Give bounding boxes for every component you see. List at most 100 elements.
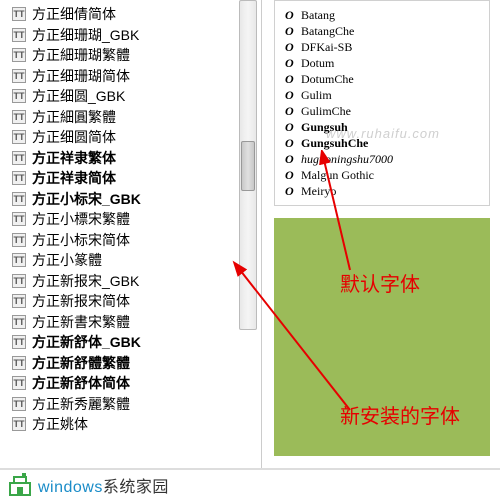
font-name-label: 方正細珊瑚繁體: [32, 45, 130, 65]
system-font-item[interactable]: O DotumChe: [279, 71, 485, 87]
font-item[interactable]: TT 方正新書宋繁體: [0, 312, 261, 333]
font-name-label: 方正细倩简体: [32, 4, 116, 24]
font-item[interactable]: TT方正新舒体_GBK: [0, 332, 261, 353]
opentype-icon: O: [285, 120, 297, 135]
system-font-item[interactable]: OMalgun Gothic: [279, 167, 485, 183]
font-item[interactable]: TT 方正祥隶繁体: [0, 148, 261, 169]
opentype-icon: O: [285, 24, 297, 39]
font-name-label: 方正小标宋简体: [32, 230, 130, 250]
truetype-icon: TT: [12, 315, 26, 329]
system-font-name-label: Batang: [301, 8, 335, 23]
opentype-icon: O: [285, 136, 297, 151]
truetype-icon: TT: [12, 171, 26, 185]
font-name-label: 方正新报宋简体: [32, 291, 130, 311]
truetype-icon: TT: [12, 7, 26, 21]
system-font-name-label: Dotum: [301, 56, 334, 71]
font-name-label: 方正新書宋繁體: [32, 312, 130, 332]
font-item[interactable]: TT 方正细圆简体: [0, 127, 261, 148]
footer-brand-rest: 系统家园: [103, 479, 169, 496]
font-name-label: 方正新舒体简体: [32, 373, 130, 393]
font-item[interactable]: TT方正细圆_GBK: [0, 86, 261, 107]
annotation-default-font: 默认字体: [340, 268, 420, 297]
font-item[interactable]: TT 方正新报宋简体: [0, 291, 261, 312]
font-item[interactable]: TT 方正細圓繁體: [0, 107, 261, 128]
watermark: www.ruhaifu.com: [326, 126, 440, 141]
font-item[interactable]: TT 方正小标宋_GBK: [0, 189, 261, 210]
opentype-icon: O: [285, 152, 297, 167]
font-item[interactable]: TT 方正細珊瑚繁體: [0, 45, 261, 66]
font-name-label: 方正小篆體: [32, 250, 102, 270]
font-item[interactable]: TT 方正祥隶简体: [0, 168, 261, 189]
opentype-icon: O: [285, 40, 297, 55]
font-name-label: 方正小标宋_GBK: [32, 189, 141, 209]
font-item[interactable]: TT 方正姚体: [0, 414, 261, 435]
truetype-icon: TT: [12, 69, 26, 83]
opentype-icon: O: [285, 56, 297, 71]
font-item[interactable]: TT 方正细倩简体: [0, 4, 261, 25]
system-font-name-label: GulimChe: [301, 104, 351, 119]
truetype-icon: TT: [12, 376, 26, 390]
font-item[interactable]: TT方正新秀麗繁體: [0, 394, 261, 415]
system-font-item[interactable]: O Gulim: [279, 87, 485, 103]
truetype-icon: TT: [12, 110, 26, 124]
footer: windows系统家园: [0, 468, 500, 500]
truetype-icon: TT: [12, 417, 26, 431]
truetype-icon: TT: [12, 89, 26, 103]
system-font-name-label: BatangChe: [301, 24, 354, 39]
system-font-item[interactable]: Ohuguoningshu7000: [279, 151, 485, 167]
footer-brand-win: windows: [38, 479, 103, 496]
font-item[interactable]: TT 方正新舒體繁體: [0, 353, 261, 374]
font-item[interactable]: TT 方正细珊瑚_GBK: [0, 25, 261, 46]
font-item[interactable]: TT 方正小標宋繁體: [0, 209, 261, 230]
scrollbar[interactable]: [239, 0, 257, 330]
system-font-item[interactable]: O GulimChe: [279, 103, 485, 119]
opentype-icon: O: [285, 88, 297, 103]
font-item[interactable]: TT方正小篆體: [0, 250, 261, 271]
system-font-item[interactable]: OBatang: [279, 7, 485, 23]
font-name-label: 方正小標宋繁體: [32, 209, 130, 229]
font-name-label: 方正細圓繁體: [32, 107, 116, 127]
truetype-icon: TT: [12, 28, 26, 42]
font-name-label: 方正细珊瑚_GBK: [32, 25, 139, 45]
truetype-icon: TT: [12, 233, 26, 247]
truetype-icon: TT: [12, 48, 26, 62]
font-name-label: 方正姚体: [32, 414, 88, 434]
truetype-icon: TT: [12, 130, 26, 144]
system-font-item[interactable]: O BatangChe: [279, 23, 485, 39]
truetype-icon: TT: [12, 335, 26, 349]
font-name-label: 方正新舒體繁體: [32, 353, 130, 373]
system-font-name-label: Meiryo: [301, 184, 336, 199]
system-font-name-label: DFKai-SB: [301, 40, 352, 55]
system-fonts-panel: OBatangOBatangCheODFKai-SBODotumODotumCh…: [274, 0, 490, 206]
opentype-icon: O: [285, 72, 297, 87]
annotation-new-font: 新安装的字体: [340, 400, 460, 429]
font-item[interactable]: TT 方正新舒体简体: [0, 373, 261, 394]
scrollbar-thumb[interactable]: [241, 141, 255, 191]
opentype-icon: O: [285, 168, 297, 183]
opentype-icon: O: [285, 104, 297, 119]
truetype-icon: TT: [12, 151, 26, 165]
truetype-icon: TT: [12, 294, 26, 308]
footer-logo-icon: [8, 473, 32, 497]
font-name-label: 方正祥隶简体: [32, 168, 116, 188]
system-font-list: OBatangOBatangCheODFKai-SBODotumODotumCh…: [279, 7, 485, 199]
system-font-name-label: DotumChe: [301, 72, 354, 87]
font-item[interactable]: TT方正新报宋_GBK: [0, 271, 261, 292]
font-name-label: 方正细珊瑚简体: [32, 66, 130, 86]
font-name-label: 方正新报宋_GBK: [32, 271, 139, 291]
truetype-icon: TT: [12, 192, 26, 206]
font-name-label: 方正细圆简体: [32, 127, 116, 147]
opentype-icon: O: [285, 184, 297, 199]
truetype-icon: TT: [12, 212, 26, 226]
system-font-name-label: Gulim: [301, 88, 332, 103]
system-font-item[interactable]: O DFKai-SB: [279, 39, 485, 55]
system-font-item[interactable]: O Meiryo: [279, 183, 485, 199]
footer-brand: windows系统家园: [38, 473, 169, 497]
truetype-icon: TT: [12, 356, 26, 370]
font-item[interactable]: TT 方正细珊瑚简体: [0, 66, 261, 87]
font-item[interactable]: TT 方正小标宋简体: [0, 230, 261, 251]
system-font-item[interactable]: O Dotum: [279, 55, 485, 71]
font-name-label: 方正祥隶繁体: [32, 148, 116, 168]
system-font-name-label: huguoningshu7000: [301, 152, 393, 167]
truetype-icon: TT: [12, 397, 26, 411]
